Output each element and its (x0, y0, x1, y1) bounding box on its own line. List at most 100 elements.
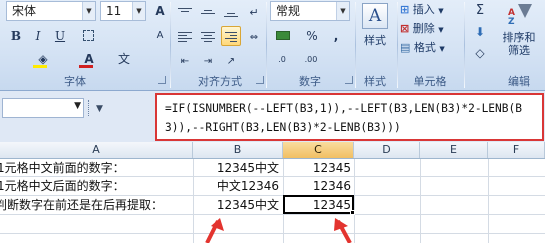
alignment-dialog-launcher[interactable] (256, 76, 264, 84)
chevron-down-icon: ▼ (82, 2, 95, 20)
grid-line (0, 233, 545, 234)
merge-center-icon: ⇔ (249, 32, 259, 43)
delete-cells-button[interactable]: ⊠ 删除 ▼ (400, 20, 460, 38)
chevron-down-icon: ▼ (438, 26, 444, 34)
column-header-d[interactable]: D (354, 142, 420, 158)
align-middle-button[interactable] (198, 2, 218, 22)
cell-b2[interactable]: 中文12346 (193, 177, 279, 195)
align-top-icon (175, 2, 195, 12)
formula-bar-grip[interactable] (88, 100, 92, 116)
decrease-decimal-button[interactable]: .00 (298, 50, 324, 70)
font-color-swatch (79, 65, 93, 68)
shrink-font-icon: A (156, 30, 164, 41)
shrink-font-button[interactable]: A (150, 26, 170, 46)
group-separator (464, 2, 465, 88)
chevron-down-icon: ▼ (132, 2, 145, 20)
percent-button[interactable]: % (302, 26, 322, 46)
currency-button[interactable] (270, 26, 296, 46)
percent-icon: % (306, 29, 318, 43)
font-color-button[interactable]: A (76, 49, 102, 69)
cell-a2[interactable]: 1元格中文后面的数字： (0, 177, 193, 195)
increase-indent-button[interactable]: ⇥ (198, 50, 218, 70)
format-label: 格式 (413, 41, 436, 54)
currency-icon (276, 31, 290, 40)
font-group-label: 字体 (64, 75, 86, 88)
sort-filter-button[interactable]: A Z 排序和 筛选 (494, 2, 544, 62)
merge-center-button[interactable]: ⇔ (244, 26, 264, 46)
cell-b3[interactable]: 12345中文 (193, 196, 279, 214)
cell-a3[interactable]: 判断数字在前还是在后再提取： (0, 196, 193, 214)
number-dialog-launcher[interactable] (345, 76, 353, 84)
formula-text: =IF(ISNUMBER(--LEFT(B3,1)),--LEFT(B3,LEN… (165, 102, 522, 134)
number-format-value: 常规 (276, 4, 301, 18)
align-left-button[interactable] (175, 26, 195, 46)
align-middle-icon (198, 2, 218, 14)
fill-handle[interactable] (350, 210, 355, 215)
column-header-a[interactable]: A (0, 142, 193, 158)
styles-button[interactable]: A 样式 (358, 2, 392, 62)
increase-decimal-button[interactable]: .0 (270, 50, 294, 70)
cell-c1[interactable]: 12345 (283, 159, 351, 177)
cell-a1[interactable]: 1元格中文前面的数字： (0, 159, 193, 177)
align-top-button[interactable] (175, 2, 195, 22)
underline-icon: U (54, 29, 66, 43)
orientation-icon: ↗ (226, 56, 236, 67)
bold-icon: B (10, 29, 22, 43)
align-center-button[interactable] (198, 26, 218, 46)
fill-color-button[interactable]: ◈ (30, 49, 56, 69)
border-button[interactable] (78, 26, 98, 46)
wrap-text-button[interactable]: ↵ (244, 2, 264, 22)
column-header-f[interactable]: F (488, 142, 545, 158)
annotation-arrow-b (205, 218, 224, 243)
grow-font-button[interactable]: A (150, 1, 170, 21)
column-headers: A B C D E F (0, 142, 545, 159)
group-separator (355, 2, 356, 88)
column-header-e[interactable]: E (420, 142, 488, 158)
grid-line (0, 214, 545, 215)
delete-label: 删除 (412, 22, 435, 35)
editing-group-label: 编辑 (508, 75, 530, 88)
chevron-down-icon: ▼ (438, 7, 444, 15)
autosum-button[interactable]: Σ (470, 1, 490, 21)
insert-label: 插入 (412, 3, 435, 16)
font-name-value: 宋体 (12, 4, 37, 18)
column-header-c[interactable]: C (283, 142, 354, 158)
cell-b1[interactable]: 12345中文 (193, 159, 279, 177)
chevron-down-icon: ▼ (336, 2, 349, 20)
formula-input[interactable]: =IF(ISNUMBER(--LEFT(B3,1)),--LEFT(B3,LEN… (155, 93, 544, 141)
chevron-down-icon: ▼ (74, 101, 81, 111)
fill-button[interactable]: ⬇ (470, 22, 490, 42)
styles-group-label: 样式 (364, 75, 386, 88)
orientation-button[interactable]: ↗ (221, 50, 241, 70)
decrease-indent-button[interactable]: ⇤ (175, 50, 195, 70)
chevron-down-icon[interactable]: ▼ (96, 104, 103, 114)
font-dialog-launcher[interactable] (158, 76, 166, 84)
align-bottom-icon (221, 2, 241, 17)
underline-button[interactable]: U (50, 26, 70, 46)
insert-cells-button[interactable]: ⊞ 插入 ▼ (400, 1, 460, 19)
comma-icon: , (333, 29, 339, 43)
comma-button[interactable]: , (326, 26, 346, 46)
format-cells-button[interactable]: ▤ 格式 ▼ (400, 39, 460, 57)
grid-line (488, 159, 489, 243)
alignment-group-label: 对齐方式 (198, 75, 242, 88)
font-name-dropdown[interactable]: 宋体 ▼ (6, 1, 96, 21)
align-right-button[interactable] (221, 26, 241, 46)
name-box[interactable]: ▼ (2, 98, 84, 118)
font-size-dropdown[interactable]: 11 ▼ (100, 1, 146, 21)
italic-button[interactable]: I (28, 26, 48, 46)
cell-c2[interactable]: 12346 (283, 177, 351, 195)
group-separator (397, 2, 398, 88)
align-bottom-button[interactable] (221, 2, 241, 22)
annotation-arrow-c (334, 218, 352, 243)
clear-button[interactable]: ◇ (470, 43, 490, 63)
increase-decimal-icon: .0 (278, 55, 286, 64)
bold-button[interactable]: B (6, 26, 26, 46)
column-header-b[interactable]: B (193, 142, 283, 158)
active-cell-border (283, 195, 354, 214)
phonetic-button[interactable]: 文 (114, 49, 134, 69)
increase-indent-icon: ⇥ (203, 56, 213, 67)
number-format-dropdown[interactable]: 常规 ▼ (270, 1, 350, 21)
ribbon: 宋体 ▼ 11 ▼ A B I U A ◈ A 文 字体 ↵ ⇔ ⇤ ⇥ ↗ 对… (0, 0, 545, 91)
eraser-icon: ◇ (475, 46, 485, 60)
